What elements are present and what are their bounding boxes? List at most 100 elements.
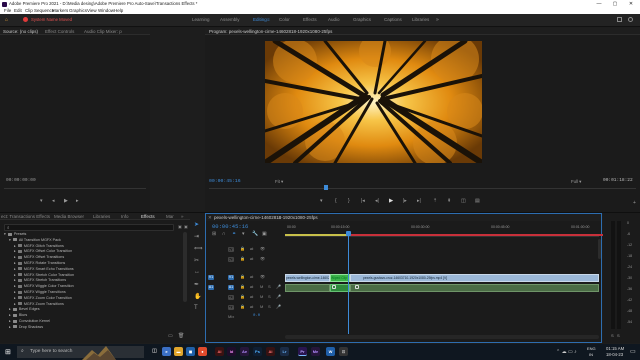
track-target[interactable]: V3	[228, 247, 234, 252]
snap-icon[interactable]: ∩	[222, 231, 226, 237]
preset-icon[interactable]: ▸	[14, 255, 16, 259]
step-back-icon[interactable]: ◂	[52, 198, 55, 204]
expand-arrow-icon[interactable]: ▸	[9, 313, 11, 317]
effects-preset[interactable]: ▸ MGFX Stretch Transitions	[14, 278, 184, 284]
edge-icon[interactable]: e	[162, 347, 171, 356]
voiceover-icon[interactable]: 🎤	[276, 304, 281, 309]
expand-arrow-icon[interactable]: ▸	[9, 325, 11, 329]
effects-folder[interactable]: ▸ Drop Shadows	[9, 325, 179, 331]
system-tray-icons[interactable]: ⌃ ☁ ▭ ♪	[556, 349, 577, 355]
sync-icon[interactable]: ⇌	[250, 274, 253, 279]
audio-clip[interactable]	[285, 284, 330, 292]
tab-markers[interactable]: Mar	[166, 213, 174, 220]
effects-folder[interactable]: ▸ Blurs	[9, 313, 179, 319]
solo-icon[interactable]: S	[268, 304, 271, 309]
add-marker-icon[interactable]: ▾	[242, 231, 245, 237]
timeline-vertical-scrollbar[interactable]	[598, 239, 601, 259]
linked-selection-icon[interactable]: ⚭	[232, 231, 236, 237]
voiceover-icon[interactable]: 🎤	[276, 284, 281, 289]
captions-icon[interactable]: ▣	[262, 231, 267, 237]
effects-preset[interactable]: ▸ MGFX Stretch Color Transition	[14, 273, 184, 279]
store-icon[interactable]: ◼	[186, 347, 195, 356]
preset-icon[interactable]: ▸	[14, 261, 16, 265]
tab-media-browser[interactable]: Media Browser	[54, 213, 84, 220]
track-target[interactable]: V2	[228, 257, 234, 262]
add-marker-icon[interactable]: ▾	[320, 198, 323, 204]
mark-out-icon[interactable]: }	[348, 198, 350, 204]
workspace-libraries[interactable]: Libraries	[412, 17, 429, 22]
expand-arrow-icon[interactable]: ▾	[9, 238, 11, 242]
minimize-button[interactable]: —	[591, 0, 607, 8]
sync-icon[interactable]: ⇌	[250, 284, 253, 289]
source-patch-a1[interactable]: A1	[208, 285, 214, 290]
timeline-playhead-handle[interactable]	[346, 231, 351, 236]
adobe-icon[interactable]: Ai	[266, 347, 275, 356]
effects-preset[interactable]: ▸ MGFX Rotate Transitions	[14, 261, 184, 267]
accelerated-effects-icon[interactable]: ▣	[178, 224, 182, 229]
effects-preset[interactable]: ▸ MGFX Wiggle Transitions	[14, 290, 184, 296]
preset-icon[interactable]: ▸	[14, 290, 16, 294]
workspace-color[interactable]: Color	[279, 17, 290, 22]
ripple-edit-tool-icon[interactable]: ⟺	[194, 245, 203, 252]
preset-icon[interactable]: ▸	[14, 267, 16, 271]
after-effects-icon[interactable]: Ae	[240, 347, 249, 356]
preset-icon[interactable]: ▸	[14, 284, 16, 288]
program-scrub-bar[interactable]	[209, 188, 636, 189]
pen-tool-icon[interactable]: ✒	[194, 281, 199, 288]
sync-icon[interactable]: ⇌	[250, 256, 253, 261]
chrome-icon[interactable]: ●	[198, 347, 207, 356]
notice-text[interactable]: System Name Moved	[31, 17, 72, 22]
tab-audio-clip-mixer[interactable]: Audio Clip Mixer: p	[84, 28, 122, 35]
add-button-icon[interactable]: +	[633, 200, 636, 206]
effects-preset[interactable]: ▸ MGFX Offset Color Transition	[14, 249, 184, 255]
clock-time[interactable]: 01:15 AM	[606, 346, 624, 351]
mute-icon[interactable]: M	[260, 304, 263, 309]
audio-clip[interactable]	[350, 284, 599, 292]
type-tool-icon[interactable]: T	[194, 305, 198, 311]
sequence-tab[interactable]: pexels-wellington-cirne-14602818-1920x10…	[214, 214, 318, 221]
track-target[interactable]: A3	[228, 305, 234, 310]
workspace-menu-icon[interactable]: ≡	[267, 17, 270, 22]
effects-folder[interactable]: ▾ All Transition MGFX Pack	[9, 238, 179, 244]
marker-icon[interactable]: ▾	[40, 198, 43, 204]
eye-icon[interactable]: 👁	[260, 256, 265, 261]
timeline-settings-icon[interactable]: 🔧	[252, 231, 258, 237]
lock-icon[interactable]: 🔒	[240, 284, 245, 289]
source-scrub-bar[interactable]	[4, 188, 146, 189]
clock-date[interactable]: 18-04-23	[606, 352, 623, 357]
lift-icon[interactable]: ⇡	[433, 198, 437, 204]
lock-icon[interactable]: 🔒	[240, 256, 245, 261]
workspace-assembly[interactable]: Assembly	[220, 17, 240, 22]
timeline-timecode[interactable]: 00:00:45:16	[212, 223, 248, 230]
effects-preset[interactable]: ▸ MGFX Wiggle Color Transition	[14, 284, 184, 290]
effects-preset[interactable]: ▸ MGFX Smart Echo Transitions	[14, 267, 184, 273]
preset-icon[interactable]: ▸	[14, 278, 16, 282]
more-tabs-icon[interactable]: »	[181, 213, 184, 220]
sync-icon[interactable]: ⇌	[250, 304, 253, 309]
file-explorer-icon[interactable]: ▬	[174, 347, 183, 356]
step-forward-icon[interactable]: |▸	[403, 198, 407, 204]
timeline-horizontal-scrollbar[interactable]	[285, 335, 599, 339]
video-clip[interactable]: pexels-gustavo-cruz-14603710-1920x1080-2…	[350, 274, 599, 282]
solo-right-icon[interactable]: S	[617, 333, 620, 338]
preset-icon[interactable]: ▸	[14, 273, 16, 277]
delete-icon[interactable]: 🗑	[178, 333, 184, 339]
workspace-learning[interactable]: Learning	[192, 17, 210, 22]
solo-icon[interactable]: S	[268, 294, 271, 299]
workspace-audio[interactable]: Audio	[328, 17, 340, 22]
lock-icon[interactable]: 🔒	[240, 304, 245, 309]
extract-icon[interactable]: ⇞	[447, 198, 451, 204]
tab-effect-controls[interactable]: Effect Controls	[45, 28, 74, 35]
mute-icon[interactable]: M	[260, 294, 263, 299]
effects-search-input[interactable]: ⌕	[4, 224, 174, 231]
close-sequence-icon[interactable]: ✕	[208, 214, 212, 221]
yuv-effects-icon[interactable]: ▣	[184, 224, 188, 229]
workspace-editing[interactable]: Editing	[253, 17, 267, 22]
expand-arrow-icon[interactable]: ▸	[9, 307, 11, 311]
track-target[interactable]: A2	[228, 295, 234, 300]
windows-start-icon[interactable]: ⊞	[5, 348, 11, 356]
maximize-button[interactable]: ▢	[607, 0, 623, 8]
timeline-ruler[interactable]: 00:00 00:00:15:00 00:00:30:00 00:00:45:0…	[285, 222, 640, 237]
word-icon[interactable]: W	[326, 347, 335, 356]
comparison-view-icon[interactable]: ▤	[475, 198, 480, 204]
